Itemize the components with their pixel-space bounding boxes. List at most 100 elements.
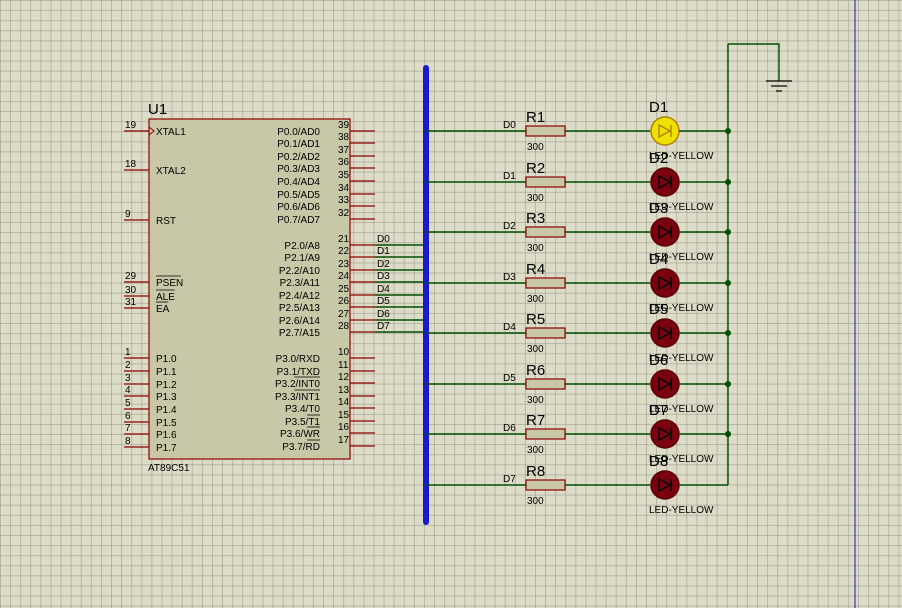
ground-wire <box>728 43 780 81</box>
pin-label: P2.5/A13 <box>279 303 321 314</box>
pin-label: P3.2/INT0 <box>275 379 320 390</box>
pin-number: 7 <box>125 423 131 434</box>
junction-dot <box>725 128 731 134</box>
pin-label: P0.1/AD1 <box>277 139 320 150</box>
led-ref: D4 <box>649 251 668 268</box>
pin-number: 26 <box>338 296 350 307</box>
pin-number: 16 <box>338 422 350 433</box>
pin-number: 4 <box>125 385 131 396</box>
pin-number: 23 <box>338 259 350 270</box>
resistor-ref: R2 <box>526 160 545 177</box>
resistor-value: 300 <box>527 193 544 204</box>
pin-number: 30 <box>125 285 137 296</box>
resistor-ref: R3 <box>526 210 545 227</box>
pin-number: 36 <box>338 157 350 168</box>
pin-number: 35 <box>338 170 350 181</box>
net-label: D2 <box>503 221 516 232</box>
led-body <box>650 470 680 500</box>
pin-label: EA <box>156 304 170 315</box>
led-ref: D3 <box>649 200 668 217</box>
resistor-value: 300 <box>527 445 544 456</box>
resistor-value: 300 <box>527 344 544 355</box>
resistor-ref: R7 <box>526 412 545 429</box>
resistor-r3[interactable] <box>525 226 566 238</box>
resistor-value: 300 <box>527 294 544 305</box>
pin-number: 2 <box>125 360 131 371</box>
pin-label: P3.4/T0 <box>285 404 320 415</box>
pin-number: 28 <box>338 321 350 332</box>
schematic-canvas[interactable]: U1 AT89C51 19 XTAL1 18 XTAL2 9 RST 29 PSEN 30 ALE 31… <box>0 0 902 608</box>
chip-ref: U1 <box>148 101 167 118</box>
led-body <box>650 116 680 146</box>
led-body <box>650 369 680 399</box>
net-label: D5 <box>503 373 516 384</box>
resistor-r7[interactable] <box>525 428 566 440</box>
pin-number: 9 <box>125 209 131 220</box>
pin-label: P1.3 <box>156 392 177 403</box>
pin-label: P3.7/RD <box>282 442 320 453</box>
junction-dot <box>725 280 731 286</box>
microcontroller-u1[interactable]: U1AT89C5119XTAL118XTAL29RST29PSEN30ALE31… <box>124 101 375 474</box>
pin-label: P3.0/RXD <box>276 354 320 365</box>
junction-dot <box>725 229 731 235</box>
pin-number: 1 <box>125 347 131 358</box>
pin-label: P0.4/AD4 <box>277 177 320 188</box>
chip-part-name: AT89C51 <box>148 463 190 474</box>
led-ref: D1 <box>649 99 668 116</box>
pin-number: 31 <box>125 297 137 308</box>
net-label: D6 <box>377 309 390 320</box>
resistor-ref: R5 <box>526 311 545 328</box>
net-label: D4 <box>503 322 516 333</box>
resistor-value: 300 <box>527 496 544 507</box>
pin-label: P3.6/WR <box>280 429 320 440</box>
pin-number: 25 <box>338 284 350 295</box>
led-body <box>650 217 680 247</box>
led-value: LED-YELLOW <box>649 505 714 516</box>
pin-number: 5 <box>125 398 131 409</box>
pin-label: P2.6/A14 <box>279 316 321 327</box>
pin-label: P2.1/A9 <box>284 253 320 264</box>
pin-label: P1.4 <box>156 405 177 416</box>
pin-number: 19 <box>125 120 137 131</box>
resistor-value: 300 <box>527 142 544 153</box>
pin-number: 10 <box>338 347 350 358</box>
resistor-ref: R1 <box>526 109 545 126</box>
pin-label: P1.0 <box>156 354 177 365</box>
pin-label: P2.7/A15 <box>279 328 321 339</box>
pin-number: 29 <box>125 271 137 282</box>
pin-number: 13 <box>338 385 350 396</box>
resistor-r1[interactable] <box>525 125 566 137</box>
resistor-r4[interactable] <box>525 277 566 289</box>
resistor-r2[interactable] <box>525 176 566 188</box>
pin-label: XTAL1 <box>156 127 186 138</box>
pin-label: P3.5/T1 <box>285 417 320 428</box>
net-label: D0 <box>503 120 516 131</box>
resistor-value: 300 <box>527 243 544 254</box>
pin-number: 27 <box>338 309 350 320</box>
pin-label: P1.1 <box>156 367 177 378</box>
pin-label: P0.0/AD0 <box>277 127 320 138</box>
net-label: D0 <box>377 234 390 245</box>
net-label: D4 <box>377 284 390 295</box>
led-body <box>650 167 680 197</box>
schematic-drawing: U1AT89C5119XTAL118XTAL29RST29PSEN30ALE31… <box>124 0 856 608</box>
pin-number: 14 <box>338 397 350 408</box>
led-body <box>650 419 680 449</box>
resistor-r5[interactable] <box>525 327 566 339</box>
resistor-r8[interactable] <box>525 479 566 491</box>
pin-label: P2.3/A11 <box>280 278 321 289</box>
resistor-ref: R4 <box>526 261 545 278</box>
led-ref: D7 <box>649 402 668 419</box>
pin-label: P2.2/A10 <box>279 266 321 277</box>
pin-label: P3.1/TXD <box>277 367 320 378</box>
net-label: D7 <box>377 321 390 332</box>
pin-label: P2.0/A8 <box>284 241 320 252</box>
pin-number: 38 <box>338 132 350 143</box>
pin-label: ALE <box>156 292 175 303</box>
pin-label: P1.6 <box>156 430 177 441</box>
junction-dot <box>725 381 731 387</box>
led-body <box>650 268 680 298</box>
led-ref: D8 <box>649 453 668 470</box>
resistor-r6[interactable] <box>525 378 566 390</box>
junction-dot <box>725 179 731 185</box>
